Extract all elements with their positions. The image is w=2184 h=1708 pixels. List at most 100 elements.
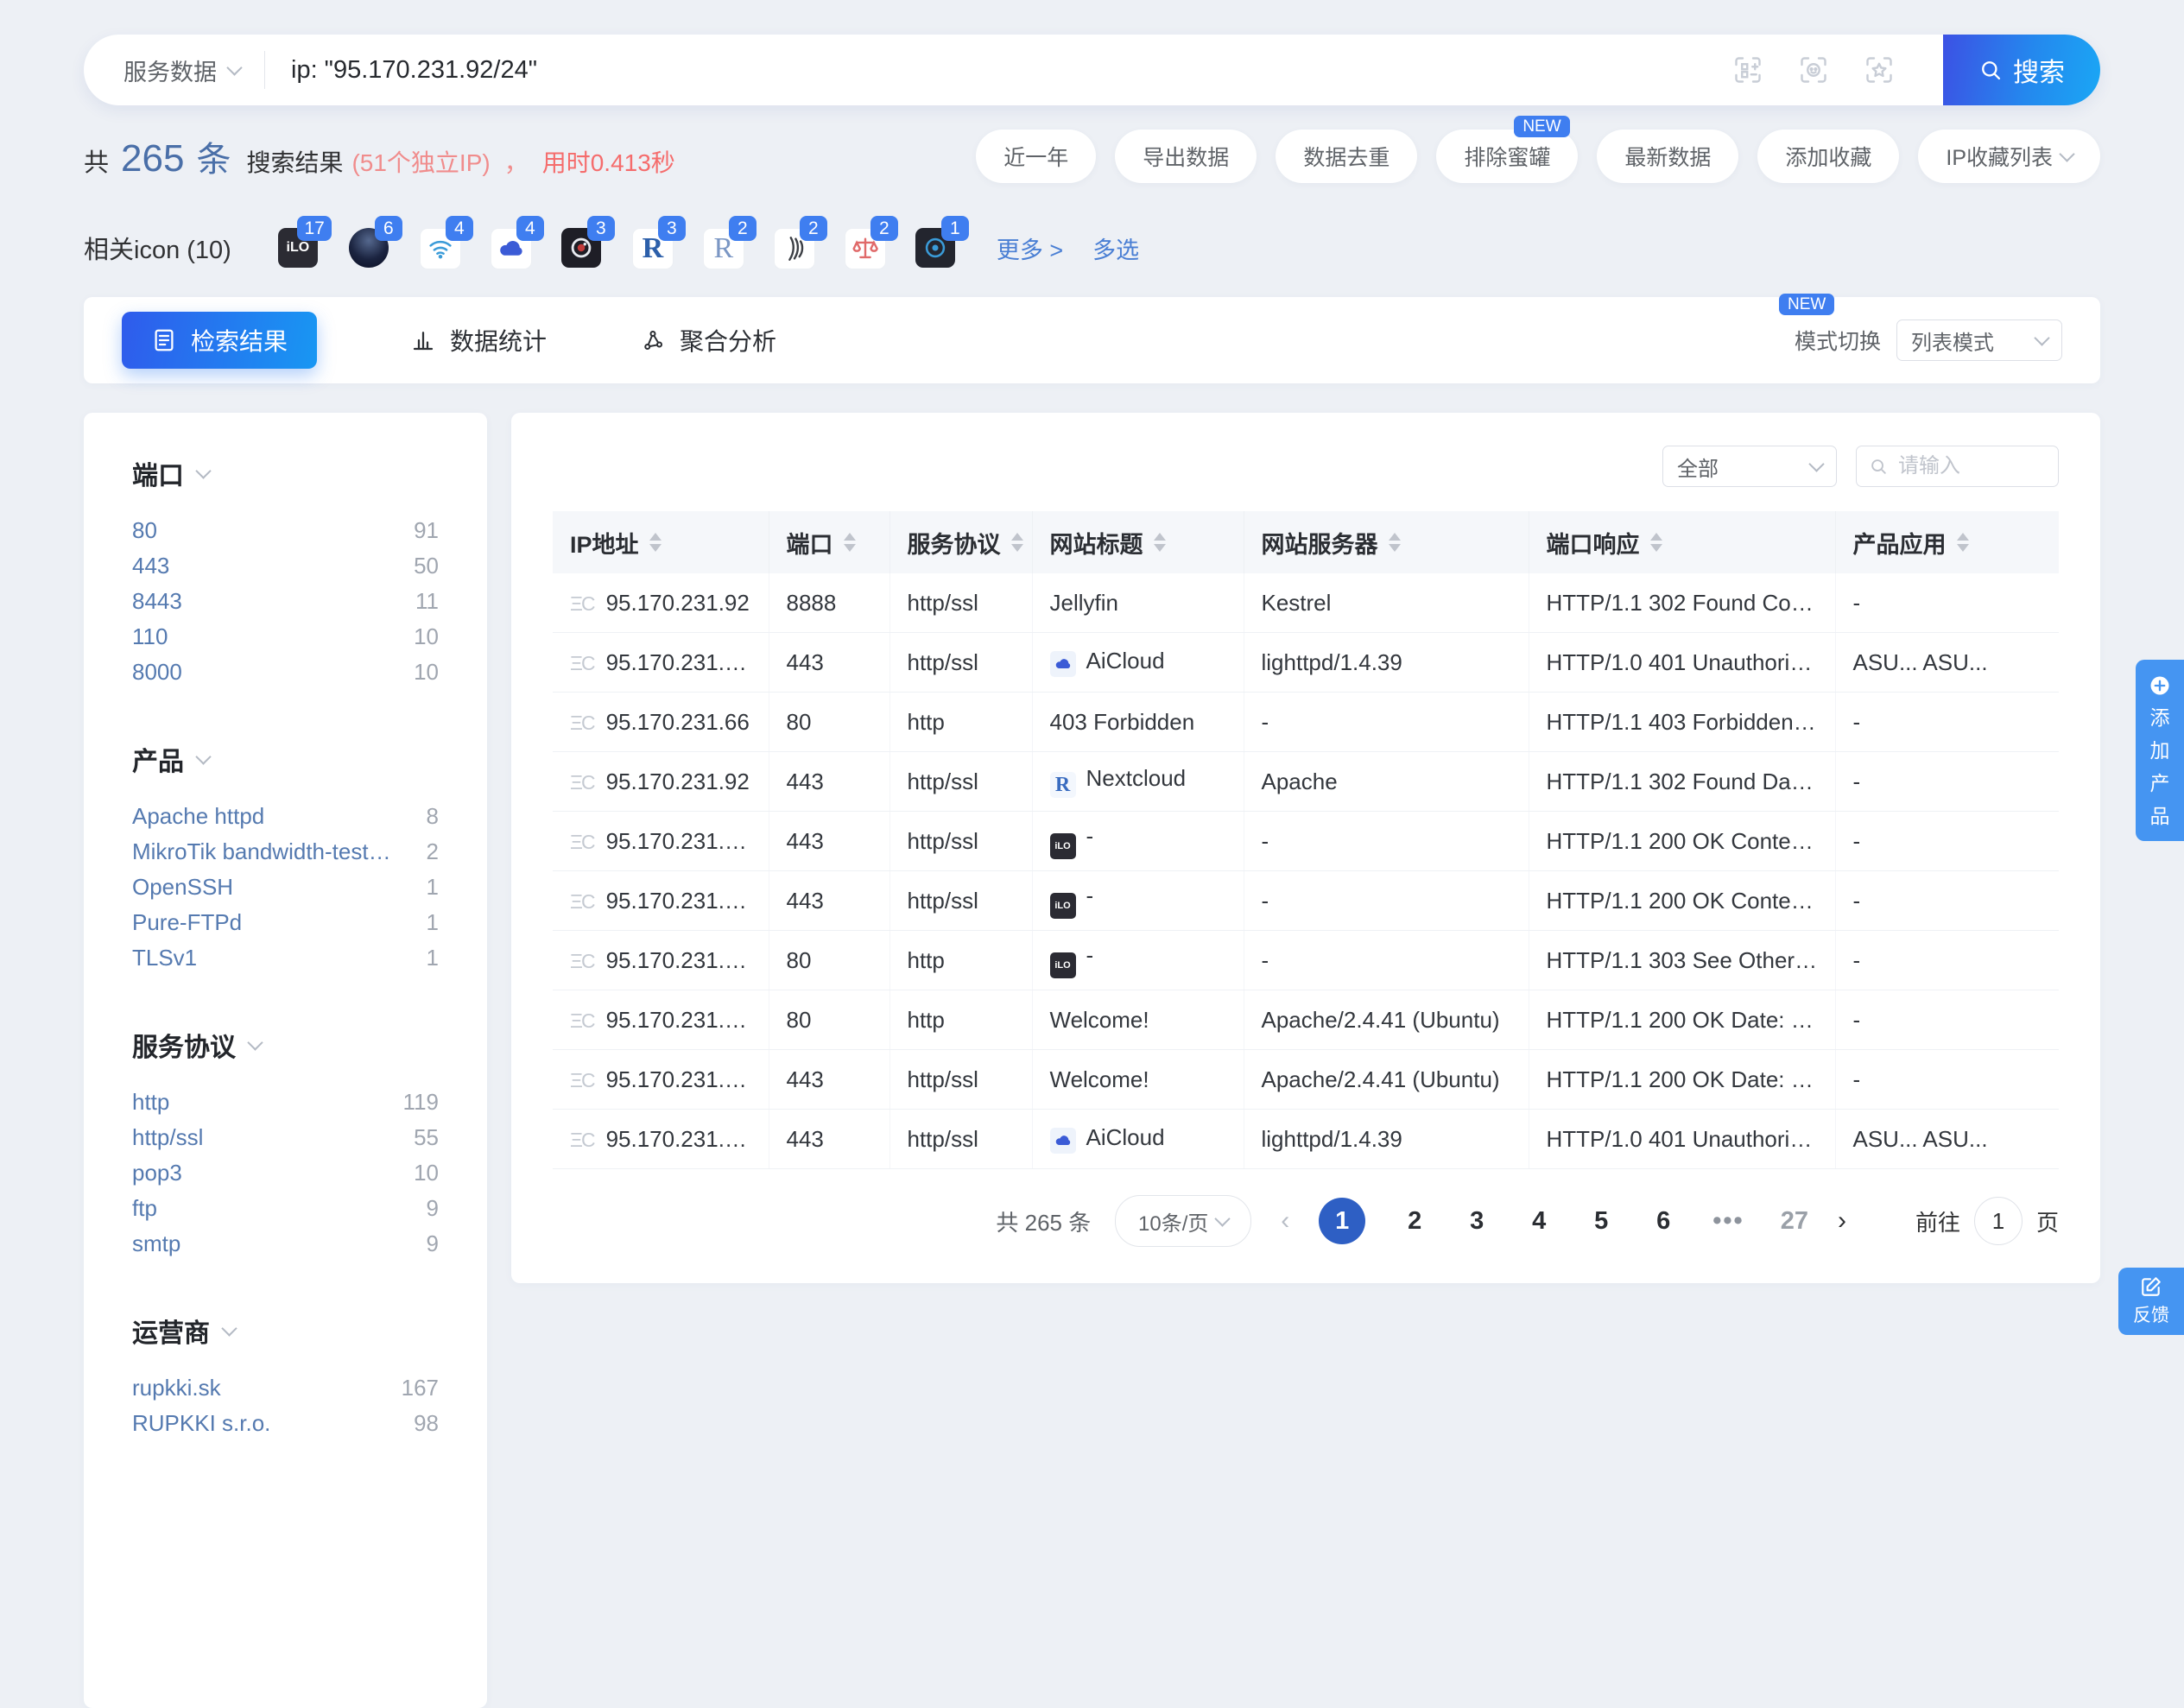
related-camera-lens-icon[interactable]: 3 [561, 228, 601, 268]
related-r-light-icon[interactable]: R2 [703, 228, 743, 268]
related-wifi-icon[interactable]: 4 [420, 228, 459, 268]
ip-link[interactable]: 95.170.231.239 [606, 1126, 763, 1152]
related-r-serif-icon[interactable]: R3 [632, 228, 672, 268]
page-number[interactable]: 5 [1588, 1207, 1614, 1236]
port-cell[interactable]: 443 [769, 1050, 889, 1110]
sidebar-filter-link[interactable]: http [132, 1089, 169, 1116]
page-number[interactable]: 4 [1526, 1207, 1552, 1236]
feedback-button[interactable]: 反馈 [2118, 1268, 2184, 1335]
asset-detail-icon[interactable]: ΞC [570, 652, 594, 674]
grid-plus-scan-icon[interactable] [1732, 54, 1763, 85]
search-input[interactable] [265, 56, 1732, 85]
page-size-select[interactable]: 10条/页 [1115, 1195, 1251, 1247]
action-button[interactable]: IP收藏列表 [1918, 130, 2100, 183]
column-header[interactable]: 网站标题 [1032, 511, 1244, 573]
page-number[interactable]: 6 [1650, 1207, 1676, 1236]
sort-icon[interactable] [1957, 533, 1969, 552]
mode-select[interactable]: 列表模式 [1896, 319, 2062, 361]
asset-detail-icon[interactable]: ΞC [570, 592, 594, 615]
column-header[interactable]: IP地址 [553, 511, 769, 573]
more-link[interactable]: 更多 > [997, 231, 1063, 265]
sidebar-filter-link[interactable]: 8000 [132, 659, 182, 686]
action-button[interactable]: 最新数据 [1597, 130, 1738, 183]
sort-icon[interactable] [1650, 533, 1662, 552]
sort-icon[interactable] [649, 533, 662, 552]
sidebar-filter-link[interactable]: 443 [132, 553, 169, 579]
ip-link[interactable]: 95.170.231.149 [606, 1066, 763, 1092]
action-button[interactable]: 添加收藏 [1757, 130, 1899, 183]
tab-search-results[interactable]: 检索结果 [122, 312, 317, 369]
ip-link[interactable]: 95.170.231.149 [606, 1007, 763, 1033]
sort-icon[interactable] [1011, 533, 1023, 552]
page-number[interactable]: 1 [1319, 1198, 1365, 1244]
prev-page-button[interactable]: ‹ [1281, 1206, 1289, 1236]
sidebar-filter-link[interactable]: RUPKKI s.r.o. [132, 1410, 270, 1437]
port-cell[interactable]: 80 [769, 693, 889, 752]
ip-link[interactable]: 95.170.231.92 [606, 590, 750, 616]
asset-detail-icon[interactable]: ΞC [570, 831, 594, 853]
port-cell[interactable]: 80 [769, 990, 889, 1050]
port-cell[interactable]: 443 [769, 752, 889, 812]
port-cell[interactable]: 443 [769, 1110, 889, 1169]
page-number[interactable]: 3 [1464, 1207, 1490, 1236]
asset-detail-icon[interactable]: ΞC [570, 1129, 594, 1151]
sidebar-filter-link[interactable]: 8443 [132, 588, 182, 615]
star-scan-icon[interactable] [1864, 54, 1895, 85]
sidebar-section-title[interactable]: 服务协议 [132, 1026, 439, 1064]
face-scan-icon[interactable] [1798, 54, 1829, 85]
next-page-button[interactable]: › [1838, 1206, 1846, 1236]
column-header[interactable]: 产品应用 [1835, 511, 2059, 573]
page-number[interactable]: 2 [1402, 1207, 1428, 1236]
port-cell[interactable]: 443 [769, 871, 889, 931]
sidebar-section-title[interactable]: 端口 [132, 454, 439, 492]
ip-link[interactable]: 95.170.231.92 [606, 769, 750, 794]
related-ilo-icon[interactable]: iLO17 [278, 228, 318, 268]
goto-page-input[interactable]: 1 [1974, 1197, 2023, 1245]
ip-link[interactable]: 95.170.231.159 [606, 888, 763, 914]
sidebar-filter-link[interactable]: Apache httpd [132, 803, 264, 830]
sidebar-filter-link[interactable]: OpenSSH [132, 874, 233, 901]
tab-aggregate-analysis[interactable]: 聚合分析 [640, 323, 776, 357]
table-filter-select[interactable]: 全部 [1662, 446, 1837, 487]
asset-detail-icon[interactable]: ΞC [570, 771, 594, 794]
sidebar-filter-link[interactable]: http/ssl [132, 1124, 203, 1151]
sidebar-filter-link[interactable]: TLSv1 [132, 945, 197, 971]
ip-link[interactable]: 95.170.231.159 [606, 828, 763, 854]
sidebar-filter-link[interactable]: rupkki.sk [132, 1375, 221, 1401]
multi-select-link[interactable]: 多选 [1092, 231, 1139, 265]
sidebar-filter-link[interactable]: MikroTik bandwidth-test server [132, 838, 391, 865]
search-button[interactable]: 搜索 [1943, 35, 2100, 105]
port-cell[interactable]: 80 [769, 931, 889, 990]
column-header[interactable]: 服务协议 [889, 511, 1032, 573]
related-sphere-icon[interactable]: 6 [349, 228, 389, 268]
sidebar-filter-link[interactable]: 80 [132, 517, 157, 544]
related-scale-icon[interactable]: 2 [845, 228, 884, 268]
action-button[interactable]: 数据去重 [1276, 130, 1417, 183]
add-product-button[interactable]: 添加产品 [2136, 660, 2184, 841]
sidebar-filter-link[interactable]: 110 [132, 623, 168, 650]
action-button[interactable]: 排除蜜罐NEW [1436, 130, 1578, 183]
related-cloud-icon[interactable]: 4 [491, 228, 530, 268]
sidebar-filter-link[interactable]: ftp [132, 1195, 157, 1222]
asset-detail-icon[interactable]: ΞC [570, 1009, 594, 1032]
column-header[interactable]: 端口 [769, 511, 889, 573]
ip-link[interactable]: 95.170.231.66 [606, 709, 750, 735]
asset-detail-icon[interactable]: ΞC [570, 950, 594, 972]
action-button[interactable]: 导出数据 [1115, 130, 1257, 183]
related-target-icon[interactable]: 1 [915, 228, 955, 268]
column-header[interactable]: 端口响应 [1529, 511, 1835, 573]
sort-icon[interactable] [1389, 533, 1401, 552]
asset-detail-icon[interactable]: ΞC [570, 712, 594, 734]
sort-icon[interactable] [1154, 533, 1166, 552]
sidebar-filter-link[interactable]: smtp [132, 1230, 180, 1257]
sidebar-filter-link[interactable]: Pure-FTPd [132, 909, 242, 936]
port-cell[interactable]: 8888 [769, 573, 889, 633]
tab-data-statistics[interactable]: 数据统计 [410, 323, 547, 357]
action-button[interactable]: 近一年 [976, 130, 1096, 183]
sidebar-section-title[interactable]: 运营商 [132, 1312, 439, 1350]
page-number[interactable]: 27 [1781, 1207, 1808, 1236]
sort-icon[interactable] [844, 533, 856, 552]
port-cell[interactable]: 443 [769, 633, 889, 693]
asset-detail-icon[interactable]: ΞC [570, 890, 594, 913]
related-swoosh-icon[interactable]: 2 [774, 228, 813, 268]
